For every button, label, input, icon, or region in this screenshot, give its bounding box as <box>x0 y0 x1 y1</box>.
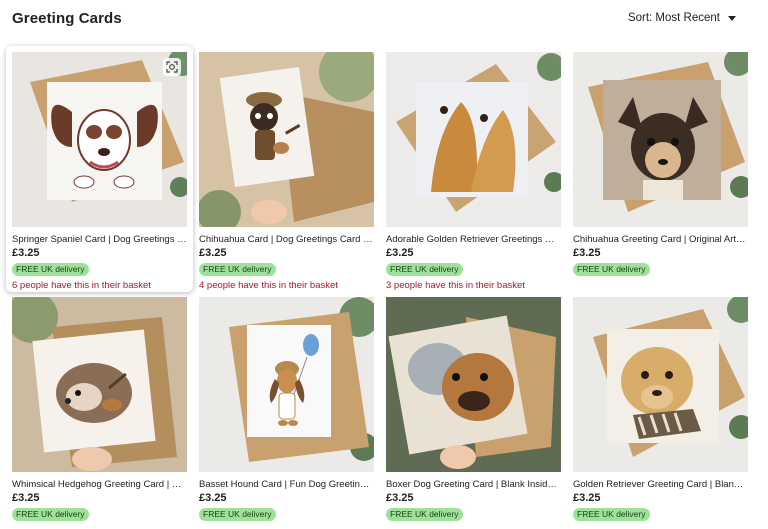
product-title[interactable]: Whimsical Hedgehog Greeting Card | Hedge… <box>12 479 187 490</box>
sort-dropdown[interactable]: Sort: Most Recent <box>628 12 736 24</box>
product-card[interactable]: Adorable Golden Retriever Greetings Card… <box>386 52 561 297</box>
page-title: Greeting Cards <box>12 10 122 27</box>
product-card[interactable]: Golden Retriever Greeting Card | Blank I… <box>573 297 748 529</box>
product-title[interactable]: Golden Retriever Greeting Card | Blank I… <box>573 479 748 490</box>
sort-label: Sort: Most Recent <box>627 12 720 24</box>
basket-count: 6 people have this in their basket <box>12 280 151 291</box>
product-image[interactable] <box>386 52 561 227</box>
product-title[interactable]: Chihuahua Greeting Card | Original Art P… <box>573 234 748 245</box>
product-price: £3.25 <box>386 492 414 504</box>
product-image[interactable] <box>573 52 748 227</box>
product-price: £3.25 <box>199 492 227 504</box>
free-delivery-badge: FREE UK delivery <box>12 262 89 276</box>
product-grid: Springer Spaniel Card | Dog Greetings Ca… <box>6 46 748 529</box>
product-price: £3.25 <box>386 247 414 259</box>
free-delivery-badge: FREE UK delivery <box>12 507 89 521</box>
free-delivery-badge: FREE UK delivery <box>199 507 276 521</box>
basket-count: 3 people have this in their basket <box>386 280 525 291</box>
page-header: Greeting Cards Sort: Most Recent <box>0 0 768 44</box>
product-card[interactable]: Basset Hound Card | Fun Dog Greetings Ca… <box>199 297 374 529</box>
product-price: £3.25 <box>199 247 227 259</box>
product-image[interactable] <box>12 52 187 227</box>
product-card[interactable]: Boxer Dog Greeting Card | Blank Inside C… <box>386 297 561 529</box>
product-title[interactable]: Basset Hound Card | Fun Dog Greetings Ca… <box>199 479 374 490</box>
product-price: £3.25 <box>12 247 40 259</box>
visual-search-icon[interactable] <box>163 58 181 76</box>
product-price: £3.25 <box>12 492 40 504</box>
free-delivery-badge: FREE UK delivery <box>386 262 463 276</box>
caret-down-icon <box>728 16 736 21</box>
product-image[interactable] <box>386 297 561 472</box>
product-title[interactable]: Chihuahua Card | Dog Greetings Card with… <box>199 234 374 245</box>
basket-count: 4 people have this in their basket <box>199 280 338 291</box>
free-delivery-badge: FREE UK delivery <box>573 507 650 521</box>
free-delivery-badge: FREE UK delivery <box>386 507 463 521</box>
product-title[interactable]: Springer Spaniel Card | Dog Greetings Ca… <box>12 234 187 245</box>
product-image[interactable] <box>199 297 374 472</box>
free-delivery-badge: FREE UK delivery <box>199 262 276 276</box>
product-title[interactable]: Boxer Dog Greeting Card | Blank Inside C… <box>386 479 561 490</box>
product-card[interactable]: Chihuahua Card | Dog Greetings Card with… <box>199 52 374 297</box>
product-price: £3.25 <box>573 492 601 504</box>
product-card[interactable]: Whimsical Hedgehog Greeting Card | Hedge… <box>12 297 187 529</box>
product-title[interactable]: Adorable Golden Retriever Greetings Card <box>386 234 561 245</box>
free-delivery-badge: FREE UK delivery <box>573 262 650 276</box>
product-image[interactable] <box>12 297 187 472</box>
product-card[interactable]: Chihuahua Greeting Card | Original Art P… <box>573 52 748 297</box>
product-image[interactable] <box>199 52 374 227</box>
product-card[interactable]: Springer Spaniel Card | Dog Greetings Ca… <box>6 46 193 292</box>
product-price: £3.25 <box>573 247 601 259</box>
product-image[interactable] <box>573 297 748 472</box>
